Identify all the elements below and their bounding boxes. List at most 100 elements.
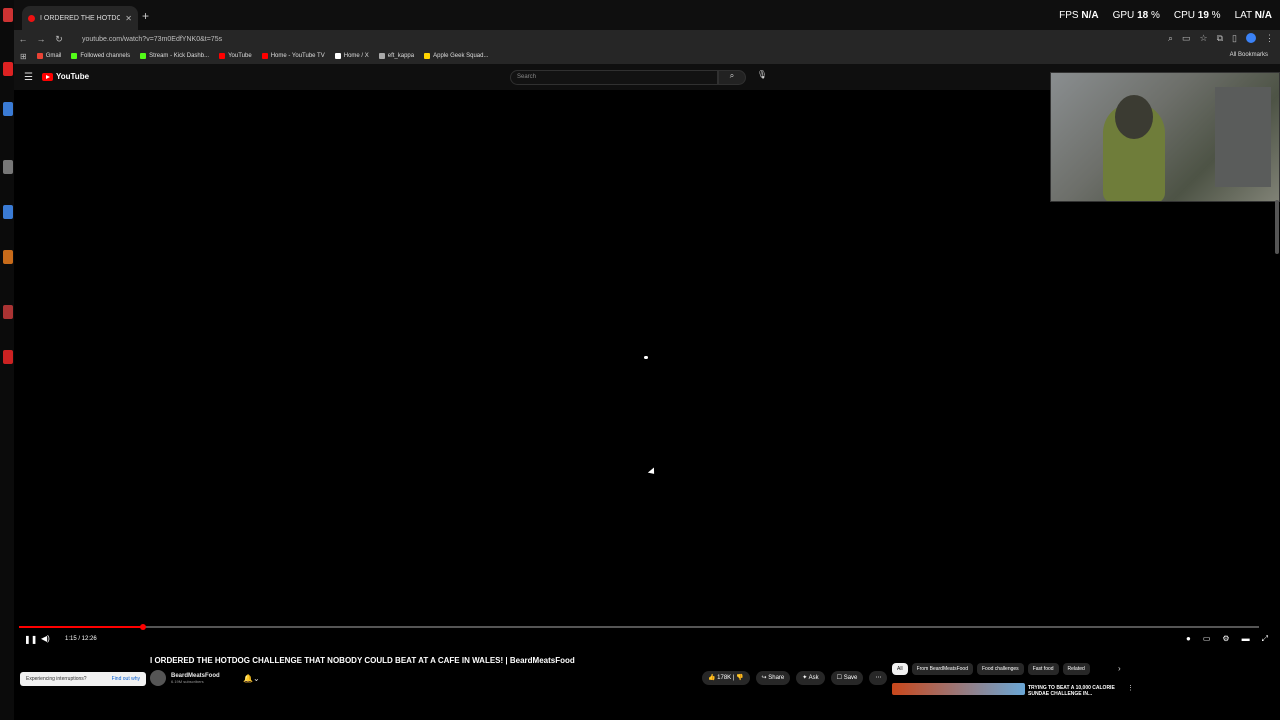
cast-icon[interactable]: ▭: [1182, 33, 1191, 44]
subscribed-bell-icon[interactable]: 🔔⌄: [243, 674, 260, 683]
youtube-play-icon: [42, 72, 53, 81]
forward-arrow-icon[interactable]: →: [32, 34, 50, 44]
webcam-overlay: [1050, 72, 1280, 202]
share-label: Share: [768, 675, 785, 681]
save-button[interactable]: ☐ Save: [830, 671, 864, 685]
recommendation-chips: All From BeardMeatsFood Food challenges Fas…: [892, 663, 1090, 675]
bookmark-item[interactable]: eft_kappa: [378, 53, 414, 59]
menu-dots-icon[interactable]: ⋮: [1265, 33, 1274, 44]
page-scrollbar[interactable]: [1275, 200, 1279, 254]
star-icon[interactable]: ☆: [1200, 33, 1208, 44]
youtube-favicon-icon: [28, 14, 35, 22]
volume-icon[interactable]: ◀): [41, 634, 50, 643]
bookmark-item[interactable]: Home - YouTube TV: [261, 53, 325, 59]
filter-chip[interactable]: Food challenges: [976, 663, 1024, 675]
bookmark-label: Home / X: [343, 53, 369, 59]
bookmark-label: Followed channels: [80, 53, 131, 59]
bookmark-favicon-icon: [140, 53, 147, 59]
bookmark-favicon-icon: [424, 53, 431, 59]
channel-name[interactable]: BeardMeatsFood: [171, 673, 220, 679]
theater-mode-icon[interactable]: ▬: [1242, 634, 1250, 644]
save-label: Save: [843, 675, 858, 681]
search-icon[interactable]: ⌕: [718, 70, 746, 85]
sidebar-icon[interactable]: ▯: [1232, 33, 1237, 44]
gpu-value: 18: [1137, 10, 1149, 21]
settings-gear-icon[interactable]: ⚙: [1222, 634, 1229, 644]
recommended-menu-icon[interactable]: ⋮: [1127, 684, 1134, 692]
recommended-title[interactable]: TRYING TO BEAT A 10,000 CALORIE SUNDAE C…: [1028, 685, 1128, 697]
filter-chip[interactable]: Fast food: [1027, 663, 1059, 675]
tab-youtube-video[interactable]: I ORDERED THE HOTDOG CHA ✕: [22, 6, 138, 30]
desktop-strip: [0, 0, 14, 720]
player-controls-right: ● ▭ ⚙ ▬ ⤢: [1186, 634, 1268, 644]
filter-chip[interactable]: Related: [1062, 663, 1090, 675]
close-icon[interactable]: ✕: [125, 14, 132, 23]
share-button[interactable]: ↪ Share: [755, 671, 791, 685]
autoplay-toggle-icon[interactable]: ●: [1186, 634, 1191, 644]
bookmark-item[interactable]: Stream - Kick Dashb...: [140, 53, 209, 59]
like-button[interactable]: 👍 178K | 👎: [702, 671, 750, 685]
performance-overlay: FPS N/A GPU 18 % CPU 19 % LAT N/A: [1059, 10, 1272, 21]
bookmark-label: YouTube: [228, 53, 252, 59]
bookmark-label: Home - YouTube TV: [270, 53, 325, 59]
desktop-app-icon[interactable]: [3, 160, 13, 174]
bookmarks-bar: ⊞ Gmail Followed channels Stream - Kick Da…: [14, 48, 1280, 64]
bookmark-item[interactable]: Followed channels: [71, 53, 130, 59]
lat-value: N/A: [1254, 10, 1272, 21]
video-progress-bar[interactable]: [19, 624, 1259, 630]
address-bar-row: ← → ↻ youtube.com/watch?v=73m0EdfYNK0&t=…: [14, 30, 1280, 48]
video-time: 1:15 / 12:26: [65, 636, 97, 642]
toast-text: Experiencing interruptions?: [26, 676, 87, 682]
chevron-right-icon[interactable]: ›: [1118, 664, 1121, 673]
toast-link[interactable]: Find out why: [112, 676, 140, 682]
bookmark-favicon-icon: [36, 53, 43, 59]
filter-chip[interactable]: From BeardMeatsFood: [911, 663, 973, 675]
lat-label: LAT: [1234, 10, 1252, 21]
bookmark-item[interactable]: Apple Geek Squad...: [424, 53, 488, 59]
more-actions-button[interactable]: ⋯: [869, 671, 888, 685]
extensions-icon[interactable]: ⧉: [1217, 33, 1223, 44]
apps-grid-icon[interactable]: ⊞: [20, 52, 27, 61]
desktop-app-icon[interactable]: [3, 62, 13, 76]
address-bar-actions: ⌕ ▭ ☆ ⧉ ▯ ⋮: [1168, 33, 1274, 44]
desktop-app-icon[interactable]: [3, 205, 13, 219]
microphone-icon[interactable]: 🎙: [754, 70, 770, 85]
profile-avatar[interactable]: [1246, 33, 1256, 43]
zoom-icon[interactable]: ⌕: [1168, 33, 1173, 44]
bookmark-item[interactable]: Home / X: [334, 53, 369, 59]
desktop-app-icon[interactable]: [3, 250, 13, 264]
desktop-app-icon[interactable]: [3, 8, 13, 22]
tab-strip: I ORDERED THE HOTDOG CHA ✕ + FPS N/A GPU…: [14, 0, 1280, 30]
recommended-thumbnail[interactable]: [892, 683, 1025, 695]
url-field[interactable]: youtube.com/watch?v=73m0EdfYNK0&t=75s: [82, 36, 222, 43]
back-arrow-icon[interactable]: ←: [14, 34, 32, 44]
new-tab-button[interactable]: +: [142, 9, 149, 23]
reload-icon[interactable]: ↻: [50, 34, 68, 45]
bookmark-item[interactable]: Gmail: [36, 53, 61, 59]
progress-scrubber-handle[interactable]: [140, 624, 146, 630]
pause-icon[interactable]: ❚❚: [24, 635, 37, 644]
loading-spinner: [644, 356, 648, 359]
all-bookmarks-button[interactable]: All Bookmarks: [1230, 52, 1268, 58]
desktop-app-icon[interactable]: [3, 102, 13, 116]
search-input[interactable]: Search: [510, 70, 718, 85]
desktop-app-icon[interactable]: [3, 350, 13, 364]
fullscreen-icon[interactable]: ⤢: [1262, 634, 1268, 644]
channel-info: BeardMeatsFood 6.19M subscribers: [150, 670, 220, 686]
bookmark-item[interactable]: YouTube: [219, 53, 252, 59]
desktop-app-icon[interactable]: [3, 305, 13, 319]
cpu-value: 19: [1197, 10, 1209, 21]
ask-button[interactable]: ✦ Ask: [796, 671, 825, 685]
bookmark-label: Apple Geek Squad...: [433, 53, 489, 59]
interruption-toast: Experiencing interruptions? Find out why: [20, 672, 146, 686]
cpu-label: CPU: [1173, 10, 1195, 21]
subscriber-count: 6.19M subscribers: [171, 678, 204, 684]
bookmark-favicon-icon: [334, 53, 341, 59]
channel-avatar[interactable]: [150, 670, 166, 686]
gpu-label: GPU: [1112, 10, 1135, 21]
filter-chip[interactable]: All: [892, 663, 908, 675]
hamburger-menu-icon[interactable]: ☰: [24, 72, 33, 83]
subtitles-icon[interactable]: ▭: [1203, 634, 1211, 644]
progress-played: [19, 626, 143, 628]
youtube-logo[interactable]: YouTube: [42, 72, 89, 81]
